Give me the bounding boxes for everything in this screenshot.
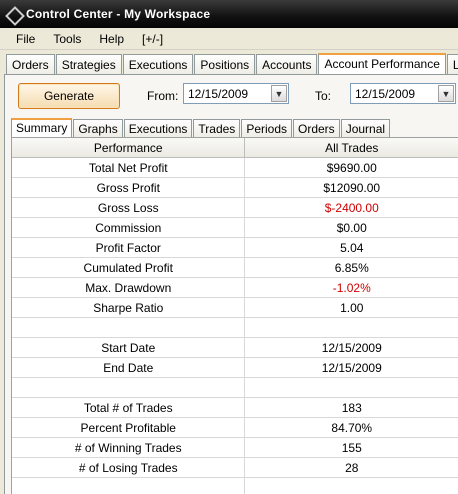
from-date-picker[interactable]: 12/15/2009 ▼ [183,83,289,104]
table-row[interactable]: Percent Profitable 84.70% [12,418,458,438]
metric-value-cell [245,378,458,398]
summary-grid: Performance All Trades Total Net Profit $… [11,137,458,494]
metric-value-cell: 1.00 [245,298,458,318]
metric-name-cell [12,318,246,338]
metric-name-cell: # of Losing Trades [12,458,246,478]
metric-name-cell: Commission [12,218,246,238]
app-diamond-icon [6,7,20,21]
grid-header: Performance All Trades [12,138,458,158]
metric-value-cell [245,318,458,338]
metric-name-cell: Start Date [12,338,246,358]
table-row[interactable]: Total # of Trades 183 [12,398,458,418]
table-row[interactable]: Total Net Profit $9690.00 [12,158,458,178]
menu-tools[interactable]: Tools [45,32,91,46]
account-performance-panel: Generate From: 12/15/2009 ▼ To: 12/15/20… [4,74,458,494]
column-header-all-trades[interactable]: All Trades [245,138,458,158]
metric-name-cell: Percent Profitable [12,418,246,438]
from-date-value: 12/15/2009 [188,86,249,101]
subtab-periods[interactable]: Periods [241,119,292,137]
metric-name-cell: Sharpe Ratio [12,298,246,318]
tab-account-performance[interactable]: Account Performance [318,53,446,75]
metric-name-cell: Total Net Profit [12,158,246,178]
table-row[interactable] [12,378,458,398]
metric-value-cell: $0.00 [245,218,458,238]
table-row[interactable]: Profit Factor 5.04 [12,238,458,258]
metric-value-cell: 183 [245,398,458,418]
subtab-graphs[interactable]: Graphs [73,119,123,137]
menu-file[interactable]: File [0,32,45,46]
metric-value-cell [245,478,458,494]
metric-value-cell: 6.85% [245,258,458,278]
tab-executions[interactable]: Executions [122,54,194,74]
generate-button[interactable]: Generate [18,83,120,109]
metric-name-cell: Max. Drawdown [12,278,246,298]
table-row[interactable]: Gross Loss $-2400.00 [12,198,458,218]
table-row[interactable] [12,318,458,338]
metric-value-cell: 12/15/2009 [245,338,458,358]
table-row[interactable]: # of Losing Trades 28 [12,458,458,478]
table-row[interactable]: Max. Drawdown -1.02% [12,278,458,298]
metric-value-cell: $12090.00 [245,178,458,198]
title-bar: Control Center - My Workspace [0,0,458,28]
subtab-summary[interactable]: Summary [11,118,73,138]
metric-name-cell [12,478,246,494]
menu-bar: File Tools Help [+/-] [0,28,458,50]
subtab-journal[interactable]: Journal [340,119,391,137]
metric-value-cell: 12/15/2009 [245,358,458,378]
table-row[interactable]: # of Winning Trades 155 [12,438,458,458]
main-tab-strip: Orders Strategies Executions Positions A… [0,52,458,75]
metric-name-cell: # of Winning Trades [12,438,246,458]
tab-log[interactable]: Log [446,54,458,74]
to-date-value: 12/15/2009 [355,86,416,101]
subtab-trades[interactable]: Trades [193,119,241,137]
table-row[interactable]: Start Date 12/15/2009 [12,338,458,358]
subtab-orders[interactable]: Orders [293,119,340,137]
metric-value-cell: -1.02% [245,278,458,298]
subtab-executions[interactable]: Executions [123,119,193,137]
table-row[interactable]: Sharpe Ratio 1.00 [12,298,458,318]
from-label: From: [147,89,179,103]
table-row[interactable]: Cumulated Profit 6.85% [12,258,458,278]
tab-positions[interactable]: Positions [194,54,256,74]
metric-name-cell: Total # of Trades [12,398,246,418]
menu-toggle-expand[interactable]: [+/-] [134,32,173,46]
metric-name-cell: Profit Factor [12,238,246,258]
tab-orders[interactable]: Orders [6,54,55,74]
table-row[interactable]: Gross Profit $12090.00 [12,178,458,198]
table-row[interactable] [12,478,458,494]
grid-body: Total Net Profit $9690.00 Gross Profit $120… [12,158,458,494]
metric-name-cell [12,378,246,398]
metric-name-cell: End Date [12,358,246,378]
metric-value-cell: $-2400.00 [245,198,458,218]
metric-name-cell: Cumulated Profit [12,258,246,278]
menu-help[interactable]: Help [91,32,134,46]
table-row[interactable]: End Date 12/15/2009 [12,358,458,378]
metric-value-cell: 155 [245,438,458,458]
metric-name-cell: Gross Profit [12,178,246,198]
metric-value-cell: 5.04 [245,238,458,258]
to-label: To: [315,89,332,103]
metric-value-cell: 84.70% [245,418,458,438]
to-date-picker[interactable]: 12/15/2009 ▼ [350,83,456,104]
tab-strategies[interactable]: Strategies [55,54,122,74]
chevron-down-icon[interactable]: ▼ [438,85,454,102]
sub-tab-strip: Summary Graphs Executions Trades Periods… [9,117,458,138]
window-title: Control Center - My Workspace [26,7,211,21]
chevron-down-icon[interactable]: ▼ [271,85,287,102]
metric-value-cell: 28 [245,458,458,478]
metric-value-cell: $9690.00 [245,158,458,178]
tab-accounts[interactable]: Accounts [256,54,318,74]
column-header-performance[interactable]: Performance [12,138,246,158]
metric-name-cell: Gross Loss [12,198,246,218]
table-row[interactable]: Commission $0.00 [12,218,458,238]
